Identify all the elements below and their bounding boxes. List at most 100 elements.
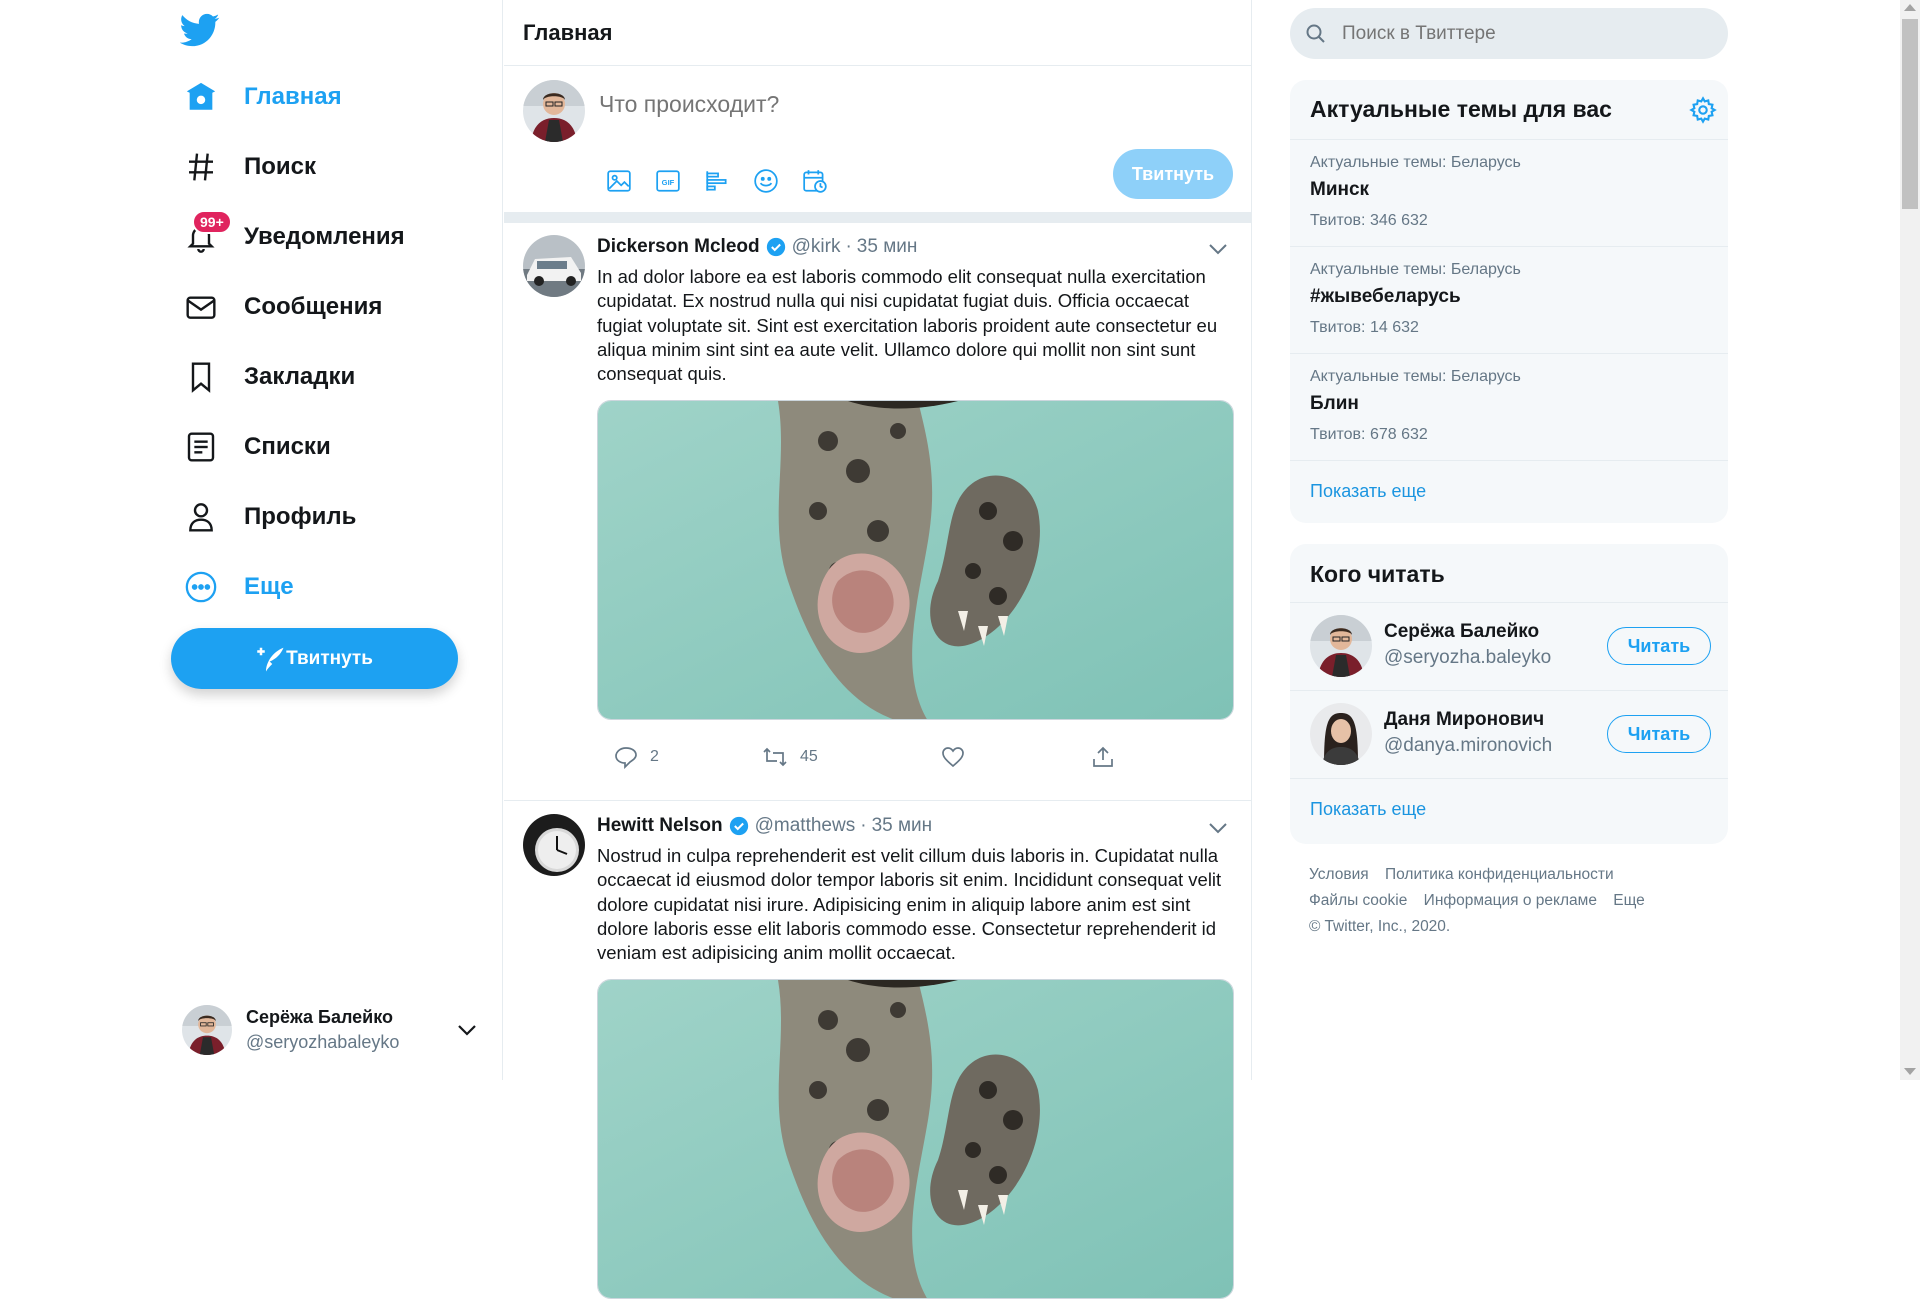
follow-suggestion[interactable]: Даня Миронович @danya.mironovich Читать: [1290, 690, 1728, 778]
emoji-icon[interactable]: [741, 158, 790, 204]
bookmark-icon: [178, 354, 224, 400]
account-switcher[interactable]: Серёжа Балейко @seryozhabaleyko: [182, 1000, 482, 1060]
trend-name: #жывебеларусь: [1310, 286, 1461, 307]
avatar[interactable]: [1310, 703, 1372, 765]
nav-label-home: Главная: [244, 83, 342, 110]
trend-item[interactable]: Актуальные темы: Беларусь Блин Твитов: 6…: [1290, 353, 1728, 460]
nav-label-notifications: Уведомления: [244, 223, 405, 250]
notification-badge: 99+: [192, 210, 232, 234]
page-title: Главная: [523, 20, 613, 45]
retweet-count: 45: [800, 748, 818, 765]
retweet-icon: [763, 747, 787, 767]
tweet-author-handle[interactable]: @matthews: [755, 815, 856, 837]
search-bar[interactable]: [1290, 8, 1728, 59]
follow-button[interactable]: Читать: [1607, 715, 1711, 753]
like-button[interactable]: [941, 745, 965, 769]
gear-icon[interactable]: [1689, 96, 1717, 124]
nav-label-lists: Списки: [244, 433, 331, 460]
tweet-image[interactable]: [597, 400, 1234, 720]
nav-item-notifications[interactable]: 99+ Уведомления: [178, 210, 405, 264]
trends-panel: Актуальные темы для вас Актуальные темы:…: [1290, 80, 1728, 523]
nav-item-home[interactable]: Главная: [178, 70, 342, 124]
search-icon: [1306, 24, 1325, 43]
scroll-down-arrow-icon[interactable]: [1904, 1068, 1916, 1075]
bell-icon: 99+: [178, 210, 232, 260]
reply-button[interactable]: 2: [614, 745, 659, 769]
footer-link-cookies[interactable]: Файлы cookie: [1309, 892, 1407, 909]
poll-icon[interactable]: [692, 158, 741, 204]
reply-count: 2: [650, 748, 659, 765]
tweet-time[interactable]: 35 мин: [857, 236, 918, 258]
avatar[interactable]: [523, 814, 585, 876]
avatar[interactable]: [1310, 615, 1372, 677]
list-icon: [178, 424, 224, 470]
left-sidebar: Главная Поиск 99+ Уведомления Сообщения …: [0, 0, 503, 1080]
trend-item[interactable]: Актуальные темы: Беларусь Минск Твитов: …: [1290, 139, 1728, 246]
tweet[interactable]: Hewitt Nelson @matthews · 35 мин Nostrud…: [504, 802, 1252, 1299]
schedule-icon[interactable]: [790, 158, 839, 204]
svg-text:GIF: GIF: [661, 178, 674, 187]
nav-label-bookmarks: Закладки: [244, 363, 356, 390]
follow-show-more-link[interactable]: Показать еще: [1310, 799, 1426, 820]
tweet-button-label: Твитнуть: [286, 647, 373, 669]
gif-icon[interactable]: GIF: [643, 158, 692, 204]
nav-label-more: Еще: [244, 573, 294, 600]
tweet-time[interactable]: 35 мин: [872, 815, 933, 837]
nav-item-more[interactable]: Еще: [178, 560, 294, 614]
trend-count: Твитов: 346 632: [1310, 212, 1428, 229]
avatar[interactable]: [523, 235, 585, 297]
search-input[interactable]: [1340, 21, 1700, 46]
tweet[interactable]: Dickerson Mcleod @kirk · 35 мин In ad do…: [504, 223, 1252, 801]
compose-input[interactable]: [597, 90, 1217, 119]
trend-context: Актуальные темы: Беларусь: [1310, 154, 1521, 171]
nav-item-lists[interactable]: Списки: [178, 420, 331, 474]
scrollbar-thumb[interactable]: [1902, 19, 1918, 209]
divider: [504, 212, 1252, 223]
trend-item[interactable]: Актуальные темы: Беларусь #жывебеларусь …: [1290, 246, 1728, 353]
nav-item-search[interactable]: Поиск: [178, 140, 316, 194]
footer-link-privacy[interactable]: Политика конфиденциальности: [1385, 866, 1614, 883]
nav-label-messages: Сообщения: [244, 293, 383, 320]
quill-plus-icon: [257, 647, 284, 671]
compose-tweet-button[interactable]: Твитнуть: [1113, 149, 1233, 199]
retweet-button[interactable]: 45: [762, 745, 818, 769]
trend-count: Твитов: 678 632: [1310, 426, 1428, 443]
footer-link-more[interactable]: Еще: [1613, 892, 1645, 909]
scroll-up-arrow-icon[interactable]: [1904, 4, 1916, 11]
tweet-text: Nostrud in culpa reprehenderit est velit…: [597, 845, 1222, 964]
follow-suggestion[interactable]: Серёжа Балейко @seryozha.baleyko Читать: [1290, 602, 1728, 690]
nav-item-bookmarks[interactable]: Закладки: [178, 350, 355, 404]
image-icon[interactable]: [594, 158, 643, 204]
nav-label-profile: Профиль: [244, 503, 357, 530]
trend-name: Блин: [1310, 393, 1359, 414]
verified-icon: [729, 816, 748, 836]
share-icon: [1093, 746, 1113, 767]
tweet-author-handle[interactable]: @kirk: [792, 236, 841, 258]
chevron-down-icon[interactable]: [1207, 820, 1229, 836]
tweet-author-name[interactable]: Hewitt Nelson: [597, 815, 723, 837]
footer-link-ads[interactable]: Информация о рекламе: [1424, 892, 1597, 909]
right-sidebar: Актуальные темы для вас Актуальные темы:…: [1253, 0, 1920, 1080]
follow-name: Даня Миронович: [1384, 709, 1545, 730]
footer: Условия Политика конфиденциальности Файл…: [1309, 862, 1729, 940]
chevron-down-icon[interactable]: [1207, 241, 1229, 257]
tweet-image[interactable]: [597, 979, 1234, 1299]
nav-item-profile[interactable]: Профиль: [178, 490, 356, 544]
share-button[interactable]: [1091, 745, 1115, 769]
follow-button[interactable]: Читать: [1607, 627, 1711, 665]
trend-name: Минск: [1310, 179, 1370, 200]
main-timeline: Главная GIF Твитнуть Dickerson Mcleod @k…: [504, 0, 1252, 1299]
nav-item-messages[interactable]: Сообщения: [178, 280, 382, 334]
avatar: [182, 1005, 232, 1055]
trend-context: Актуальные темы: Беларусь: [1310, 368, 1521, 385]
account-name: Серёжа Балейко: [246, 1007, 393, 1027]
trend-context: Актуальные темы: Беларусь: [1310, 261, 1521, 278]
tweet-author-name[interactable]: Dickerson Mcleod: [597, 236, 760, 258]
tweet-button[interactable]: Твитнуть: [171, 628, 458, 689]
trends-show-more-link[interactable]: Показать еще: [1310, 481, 1426, 502]
main-header: Главная: [504, 0, 1252, 66]
person-icon: [178, 494, 224, 540]
twitter-bird-icon[interactable]: [179, 10, 224, 54]
footer-link-terms[interactable]: Условия: [1309, 866, 1369, 883]
reply-icon: [615, 747, 637, 769]
